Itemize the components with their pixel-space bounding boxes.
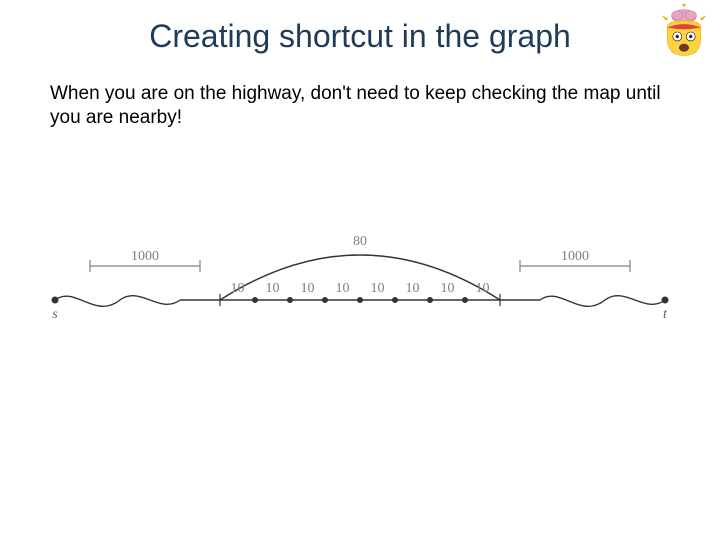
- right-node-label: t: [663, 307, 668, 322]
- left-span-bracket: 1000: [90, 249, 200, 272]
- highway-graph-diagram: 1000 1000 80: [50, 200, 670, 360]
- svg-text:10: 10: [231, 281, 245, 296]
- body-text: When you are on the highway, don't need …: [50, 82, 670, 130]
- left-span-label: 1000: [131, 249, 159, 264]
- segment-labels: 10 10 10 10 10 10 10 10: [231, 281, 490, 296]
- svg-text:10: 10: [406, 281, 420, 296]
- page-title: Creating shortcut in the graph: [0, 18, 720, 55]
- svg-text:10: 10: [266, 281, 280, 296]
- svg-text:10: 10: [371, 281, 385, 296]
- exploding-head-icon: [656, 4, 712, 60]
- left-node-label: s: [52, 307, 58, 322]
- right-span-label: 1000: [561, 249, 589, 264]
- svg-text:10: 10: [441, 281, 455, 296]
- svg-text:10: 10: [476, 281, 490, 296]
- slide: Creating shortcut in the graph When you …: [0, 0, 720, 540]
- svg-text:10: 10: [336, 281, 350, 296]
- right-span-bracket: 1000: [520, 249, 630, 272]
- arc-label: 80: [353, 234, 367, 249]
- svg-text:10: 10: [301, 281, 315, 296]
